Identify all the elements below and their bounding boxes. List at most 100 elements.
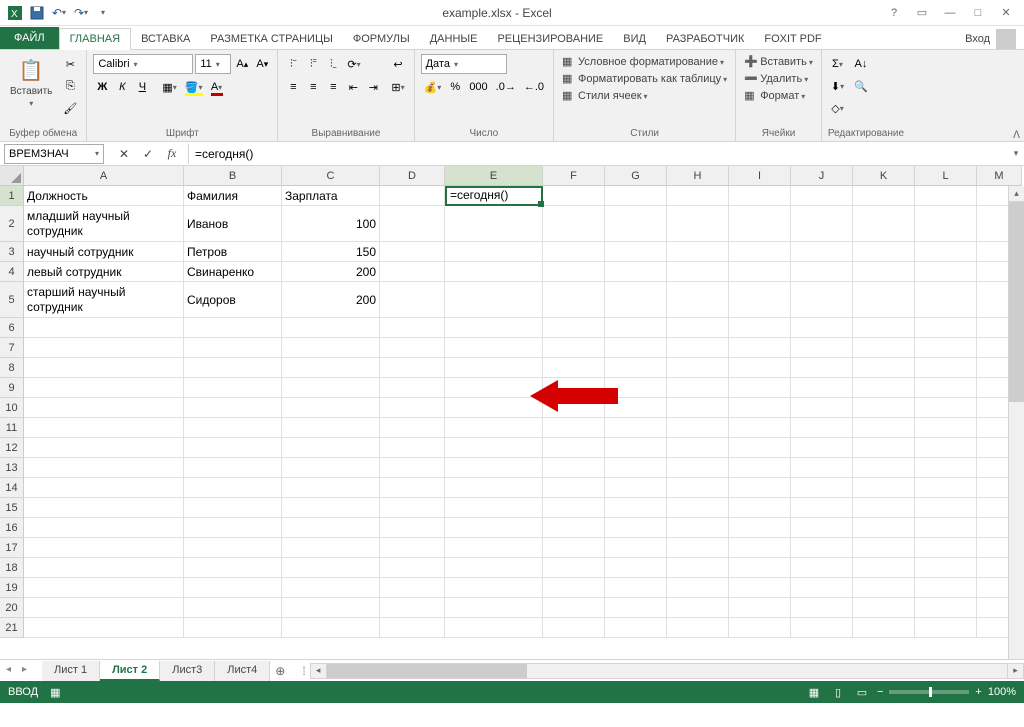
clear-icon[interactable]: ◇▾: [828, 98, 847, 118]
cell[interactable]: [729, 478, 791, 498]
cell[interactable]: Должность: [24, 186, 184, 206]
cell[interactable]: [791, 498, 853, 518]
col-header[interactable]: G: [605, 166, 667, 186]
cell[interactable]: [915, 418, 977, 438]
cell[interactable]: [915, 538, 977, 558]
cell[interactable]: [915, 458, 977, 478]
row-header[interactable]: 8: [0, 358, 24, 378]
row-header[interactable]: 4: [0, 262, 24, 282]
col-header[interactable]: L: [915, 166, 977, 186]
bold-button[interactable]: Ж: [93, 77, 111, 97]
cell[interactable]: [853, 438, 915, 458]
wrap-text-icon[interactable]: ↩: [388, 54, 407, 74]
cell[interactable]: [791, 618, 853, 638]
cell[interactable]: [605, 378, 667, 398]
cell[interactable]: [791, 358, 853, 378]
enter-formula-icon[interactable]: ✓: [138, 144, 158, 164]
row-header[interactable]: 19: [0, 578, 24, 598]
cell[interactable]: [184, 418, 282, 438]
row-header[interactable]: 18: [0, 558, 24, 578]
cell[interactable]: [667, 518, 729, 538]
cell[interactable]: [445, 242, 543, 262]
cell[interactable]: [445, 398, 543, 418]
select-all-button[interactable]: [0, 166, 24, 186]
cell[interactable]: [380, 618, 445, 638]
cell[interactable]: [729, 338, 791, 358]
col-header[interactable]: I: [729, 166, 791, 186]
cell[interactable]: [543, 538, 605, 558]
cell[interactable]: [915, 498, 977, 518]
sort-filter-icon[interactable]: A↓: [851, 54, 871, 74]
sheet-tab[interactable]: Лист 1: [42, 661, 100, 681]
sheet-tab[interactable]: Лист4: [215, 661, 270, 681]
cell[interactable]: [445, 618, 543, 638]
cell[interactable]: [24, 358, 184, 378]
fill-color-icon[interactable]: 🪣▾: [182, 77, 206, 97]
scroll-right-icon[interactable]: ▸: [1007, 664, 1023, 678]
sheet-nav-next-icon[interactable]: ▸: [22, 664, 36, 678]
cell[interactable]: [543, 478, 605, 498]
save-icon[interactable]: [28, 4, 46, 22]
cell[interactable]: [184, 618, 282, 638]
hscroll-thumb[interactable]: [327, 664, 527, 678]
cell[interactable]: [853, 618, 915, 638]
cell[interactable]: [853, 458, 915, 478]
cell[interactable]: [729, 518, 791, 538]
cell[interactable]: [791, 338, 853, 358]
row-header[interactable]: 9: [0, 378, 24, 398]
cell[interactable]: [445, 418, 543, 438]
tab-formulas[interactable]: ФОРМУЛЫ: [343, 29, 420, 49]
fill-icon[interactable]: ⬇▾: [828, 76, 847, 96]
col-header[interactable]: H: [667, 166, 729, 186]
cell[interactable]: [24, 338, 184, 358]
cell[interactable]: [543, 558, 605, 578]
cell[interactable]: [282, 438, 380, 458]
cell[interactable]: [543, 206, 605, 242]
cell[interactable]: [667, 398, 729, 418]
tab-data[interactable]: ДАННЫЕ: [420, 29, 488, 49]
row-header[interactable]: 12: [0, 438, 24, 458]
delete-cells-button[interactable]: ➖Удалить▾: [742, 71, 815, 87]
cell[interactable]: [791, 598, 853, 618]
cell[interactable]: [380, 458, 445, 478]
cell[interactable]: [667, 262, 729, 282]
tab-file[interactable]: ФАЙЛ: [0, 27, 59, 49]
align-center-icon[interactable]: ≡: [304, 77, 322, 97]
cell[interactable]: [791, 262, 853, 282]
cell[interactable]: [667, 438, 729, 458]
help-icon[interactable]: ?: [884, 3, 904, 23]
cell[interactable]: 150: [282, 242, 380, 262]
zoom-out-icon[interactable]: −: [877, 686, 883, 698]
row-header[interactable]: 16: [0, 518, 24, 538]
cell[interactable]: [184, 538, 282, 558]
cell[interactable]: [915, 186, 977, 206]
cell[interactable]: [605, 498, 667, 518]
cell[interactable]: [543, 282, 605, 318]
cell[interactable]: [915, 438, 977, 458]
cell[interactable]: [380, 206, 445, 242]
collapse-ribbon-icon[interactable]: ᐱ: [1013, 130, 1020, 141]
cell[interactable]: научный сотрудник: [24, 242, 184, 262]
tab-view[interactable]: ВИД: [613, 29, 656, 49]
find-icon[interactable]: 🔍: [851, 76, 871, 96]
cell[interactable]: [605, 262, 667, 282]
cell[interactable]: [915, 478, 977, 498]
cell[interactable]: [184, 438, 282, 458]
cell[interactable]: [380, 478, 445, 498]
row-header[interactable]: 15: [0, 498, 24, 518]
cell[interactable]: [729, 438, 791, 458]
name-box[interactable]: ВРЕМЗНАЧ▾: [4, 144, 104, 164]
col-header[interactable]: E: [445, 166, 543, 186]
tab-foxit[interactable]: FOXIT PDF: [754, 29, 831, 49]
cell[interactable]: [667, 186, 729, 206]
cell[interactable]: [605, 282, 667, 318]
cell[interactable]: [380, 518, 445, 538]
cell[interactable]: [791, 206, 853, 242]
cell[interactable]: [667, 498, 729, 518]
row-header[interactable]: 13: [0, 458, 24, 478]
cell[interactable]: [24, 538, 184, 558]
cell[interactable]: [24, 458, 184, 478]
cell[interactable]: [853, 318, 915, 338]
insert-cells-button[interactable]: ➕Вставить▾: [742, 54, 815, 70]
currency-icon[interactable]: 💰▾: [421, 77, 445, 97]
